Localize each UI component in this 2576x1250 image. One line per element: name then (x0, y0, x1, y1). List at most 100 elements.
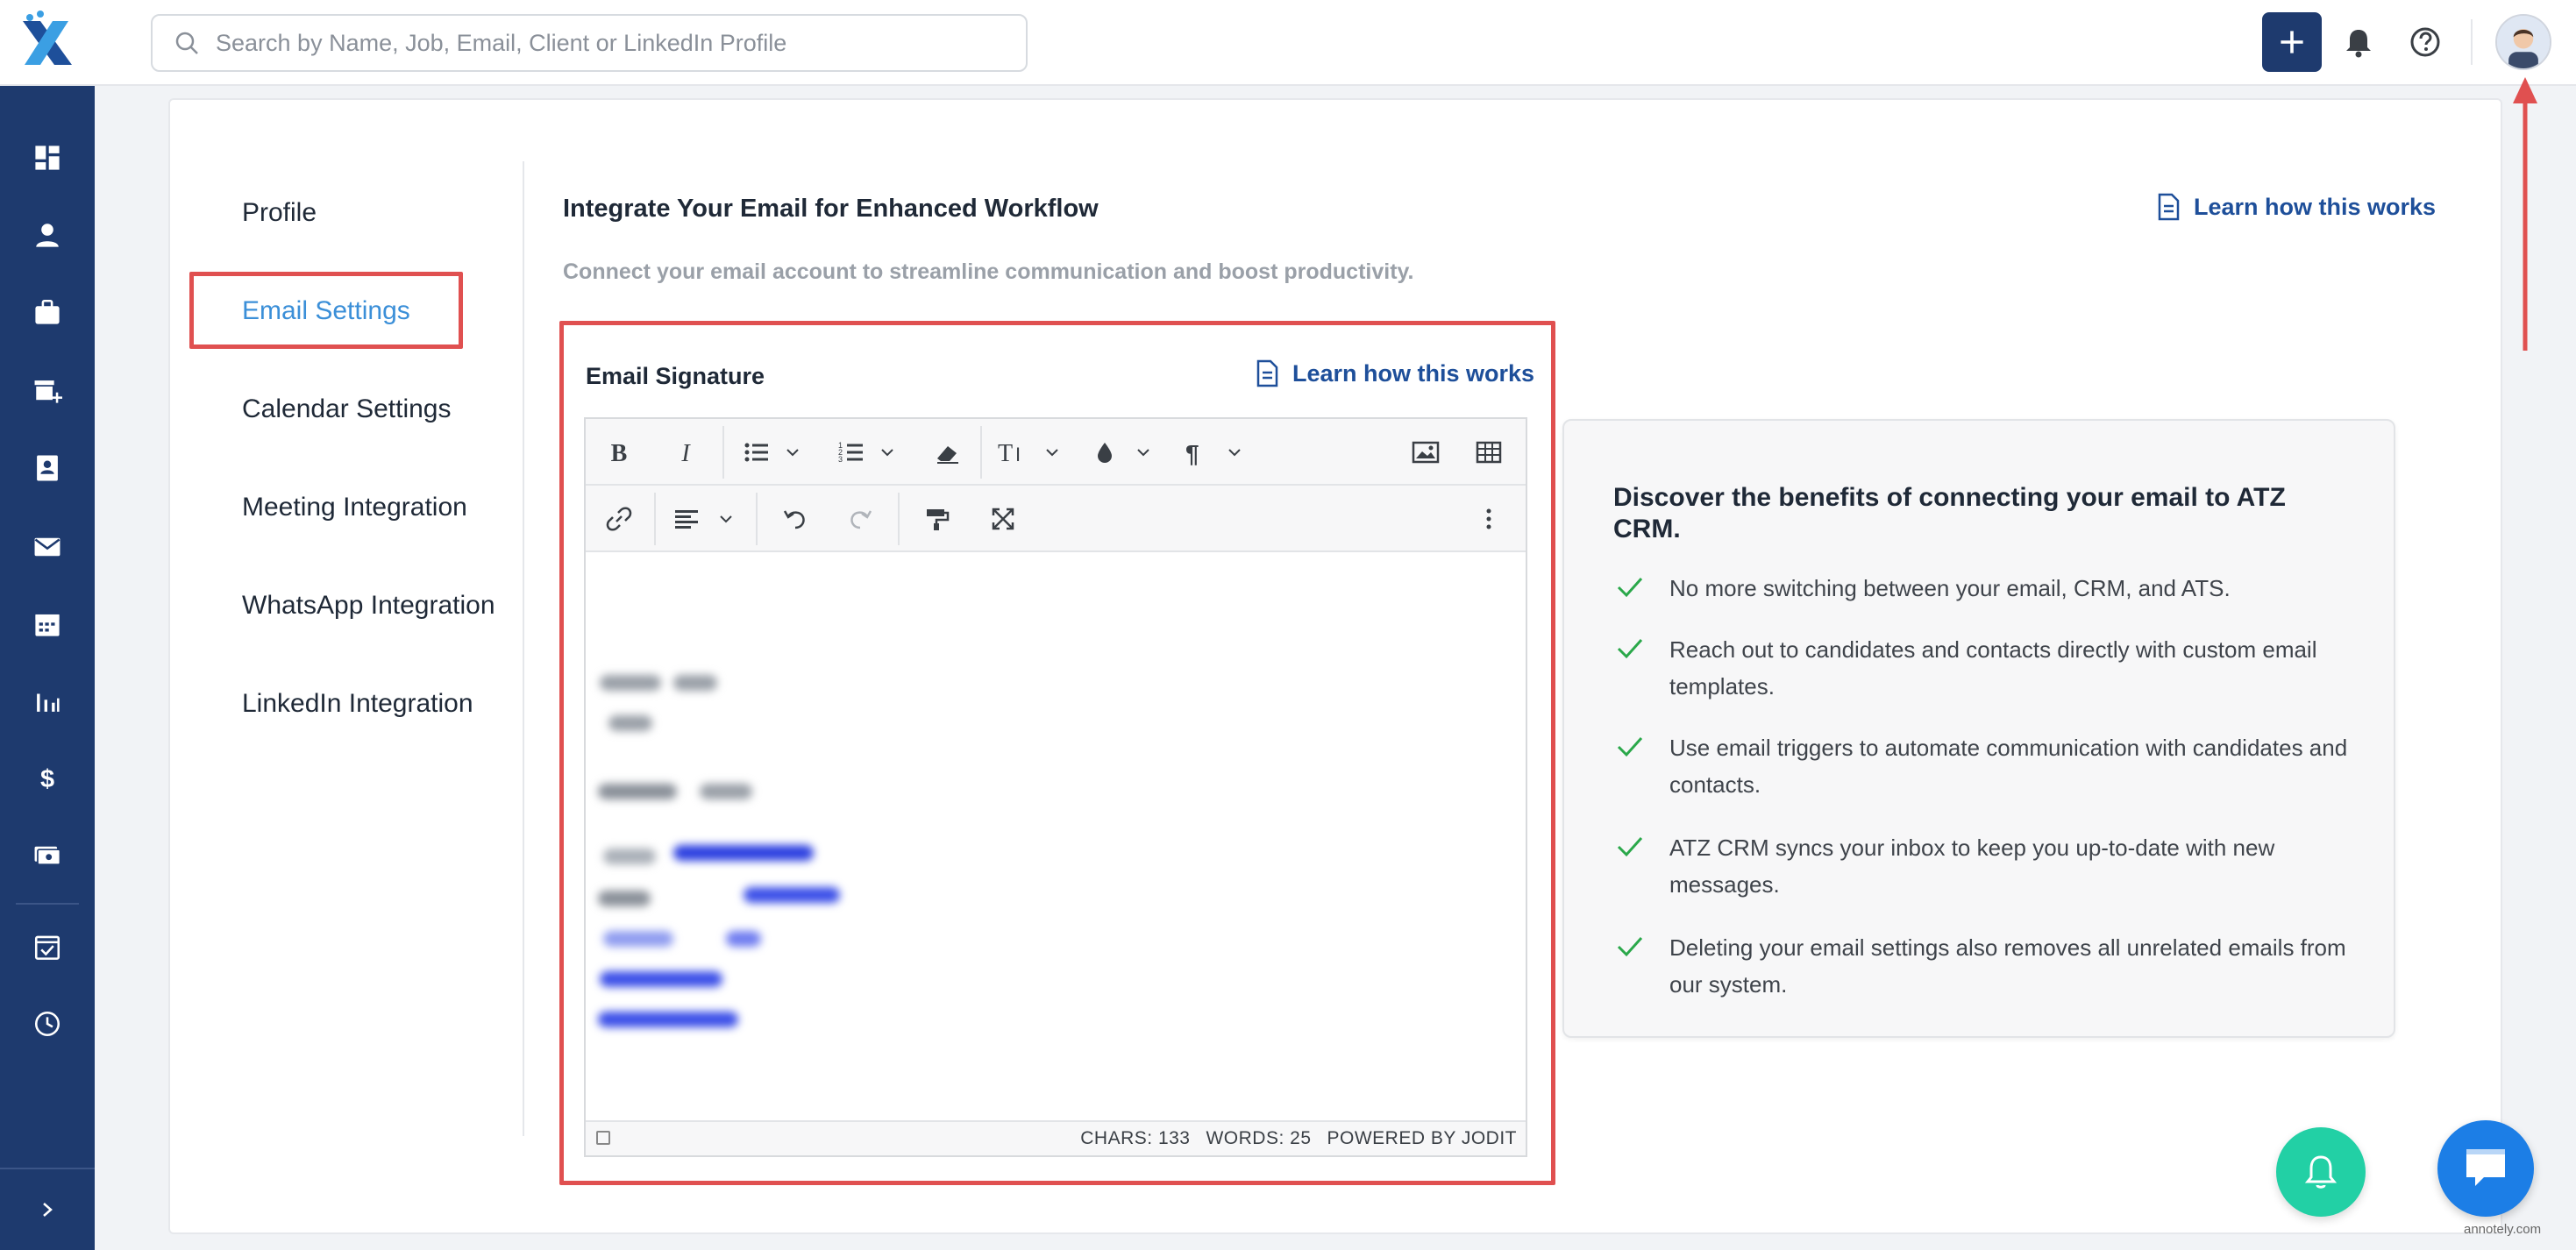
chat-icon (2466, 1149, 2505, 1186)
more-vertical-icon (1486, 508, 1491, 529)
mail-icon (34, 537, 60, 557)
sidebar-billing[interactable]: $ (30, 761, 65, 796)
source-toggle-icon[interactable] (596, 1131, 610, 1145)
store-add-icon (34, 380, 62, 403)
blurred-link (673, 845, 814, 861)
insert-link-button[interactable] (601, 501, 637, 536)
bold-button[interactable]: B (601, 435, 637, 470)
fullscreen-button[interactable] (986, 501, 1021, 536)
benefit-text: Deleting your email settings also remove… (1669, 934, 2346, 998)
italic-icon: I (680, 440, 691, 465)
editor-status-bar: CHARS: 133 WORDS: 25 POWERED BY JODIT (586, 1120, 1526, 1155)
sidebar-candidates[interactable] (30, 217, 65, 252)
paragraph-button[interactable]: ¶ (1185, 435, 1250, 470)
svg-text:T: T (998, 440, 1013, 465)
sidebar-history[interactable] (30, 1006, 65, 1041)
nav-divider (523, 161, 524, 1136)
more-options-button[interactable] (1471, 501, 1506, 536)
droplet-icon (1098, 443, 1149, 463)
paragraph-icon: ¶ (1185, 440, 1241, 465)
nav-meeting-integration[interactable]: Meeting Integration (242, 493, 467, 522)
numbered-list-button[interactable]: 123 (838, 435, 901, 470)
word-count: WORDS: 25 (1206, 1128, 1312, 1148)
user-avatar[interactable] (2495, 14, 2551, 70)
check-icon (1617, 638, 1643, 659)
document-icon (2158, 193, 2180, 221)
sidebar-calendar[interactable] (30, 607, 65, 642)
blurred-content (598, 784, 677, 799)
blurred-content (598, 891, 651, 906)
sidebar-divider (16, 903, 79, 905)
chat-fab[interactable] (2437, 1120, 2534, 1217)
align-button[interactable] (673, 501, 744, 536)
benefit-text: Use email triggers to automate communica… (1669, 735, 2348, 798)
nav-linkedin-integration[interactable]: LinkedIn Integration (242, 689, 473, 719)
svg-text:$: $ (40, 765, 54, 793)
blurred-link (598, 1012, 738, 1027)
learn-how-link-signature[interactable]: Learn how this works (1254, 359, 1534, 387)
benefits-panel: Discover the benefits of connecting your… (1562, 419, 2395, 1038)
money-icon (34, 846, 61, 866)
nav-profile[interactable]: Profile (242, 198, 317, 228)
rich-text-editor: B I 123 T I ¶ CHARS: 133 WORDS: 25 POWER… (584, 417, 1527, 1157)
search-input[interactable] (216, 29, 1005, 57)
char-count: CHARS: 133 (1080, 1128, 1191, 1148)
italic-button[interactable]: I (668, 435, 703, 470)
sidebar-jobs[interactable] (30, 295, 65, 330)
notifications-button[interactable] (2341, 25, 2376, 60)
sidebar-payments[interactable] (30, 838, 65, 873)
nav-calendar-settings[interactable]: Calendar Settings (242, 394, 451, 424)
redo-button[interactable] (843, 501, 879, 536)
sidebar-email[interactable] (30, 529, 65, 565)
insert-image-button[interactable] (1408, 435, 1443, 470)
blurred-content (673, 675, 717, 691)
blurred-content (603, 849, 656, 864)
svg-text:¶: ¶ (1185, 440, 1199, 465)
briefcase-icon (35, 299, 60, 324)
link-icon (606, 507, 632, 531)
notifications-fab[interactable] (2276, 1127, 2366, 1217)
section-title: Integrate Your Email for Enhanced Workfl… (563, 195, 1099, 223)
clear-format-button[interactable] (929, 435, 964, 470)
bullet-list-icon (744, 443, 799, 462)
left-sidebar: $ (0, 86, 95, 1250)
undo-button[interactable] (777, 501, 812, 536)
insert-table-button[interactable] (1471, 435, 1506, 470)
toolbar-separator (722, 426, 724, 479)
powered-by[interactable]: POWERED BY JODIT (1327, 1128, 1517, 1149)
benefit-item: Deleting your email settings also remove… (1615, 929, 2352, 1003)
check-icon (1617, 836, 1643, 857)
redo-icon (850, 510, 872, 529)
bell-outline-icon (2304, 1155, 2338, 1189)
benefit-text: Reach out to candidates and contacts dir… (1669, 636, 2317, 700)
sidebar-dashboard[interactable] (30, 140, 65, 175)
global-search[interactable] (151, 14, 1028, 72)
text-color-button[interactable] (1094, 435, 1159, 470)
sidebar-expand-button[interactable] (0, 1168, 95, 1250)
topbar-divider (2471, 19, 2473, 65)
undo-icon (783, 510, 805, 529)
sidebar-reports[interactable] (30, 684, 65, 719)
help-button[interactable] (2408, 25, 2443, 60)
add-new-button[interactable] (2262, 12, 2322, 72)
nav-whatsapp-integration[interactable]: WhatsApp Integration (242, 591, 495, 621)
format-painter-button[interactable] (919, 501, 954, 536)
email-signature-label: Email Signature (586, 363, 765, 389)
bullet-list-button[interactable] (744, 435, 807, 470)
logo-x-icon (23, 11, 72, 65)
blurred-link (744, 887, 840, 903)
font-size-button[interactable]: TI (998, 435, 1068, 470)
svg-text:I: I (1015, 444, 1021, 465)
benefit-item: Use email triggers to automate communica… (1615, 729, 2352, 803)
app-logo[interactable] (14, 9, 81, 75)
editor-content-area[interactable] (586, 554, 1526, 1120)
learn-how-link-top[interactable]: Learn how this works (2155, 193, 2436, 221)
sidebar-tasks[interactable] (30, 929, 65, 964)
benefit-item: No more switching between your email, CR… (1615, 570, 2352, 607)
section-subtitle: Connect your email account to streamline… (563, 259, 1414, 284)
sidebar-contacts[interactable] (30, 451, 65, 486)
toolbar-separator (980, 426, 982, 479)
benefits-title: Discover the benefits of connecting your… (1613, 483, 2286, 543)
sidebar-clients[interactable] (30, 373, 65, 408)
calendar-icon (35, 614, 60, 636)
